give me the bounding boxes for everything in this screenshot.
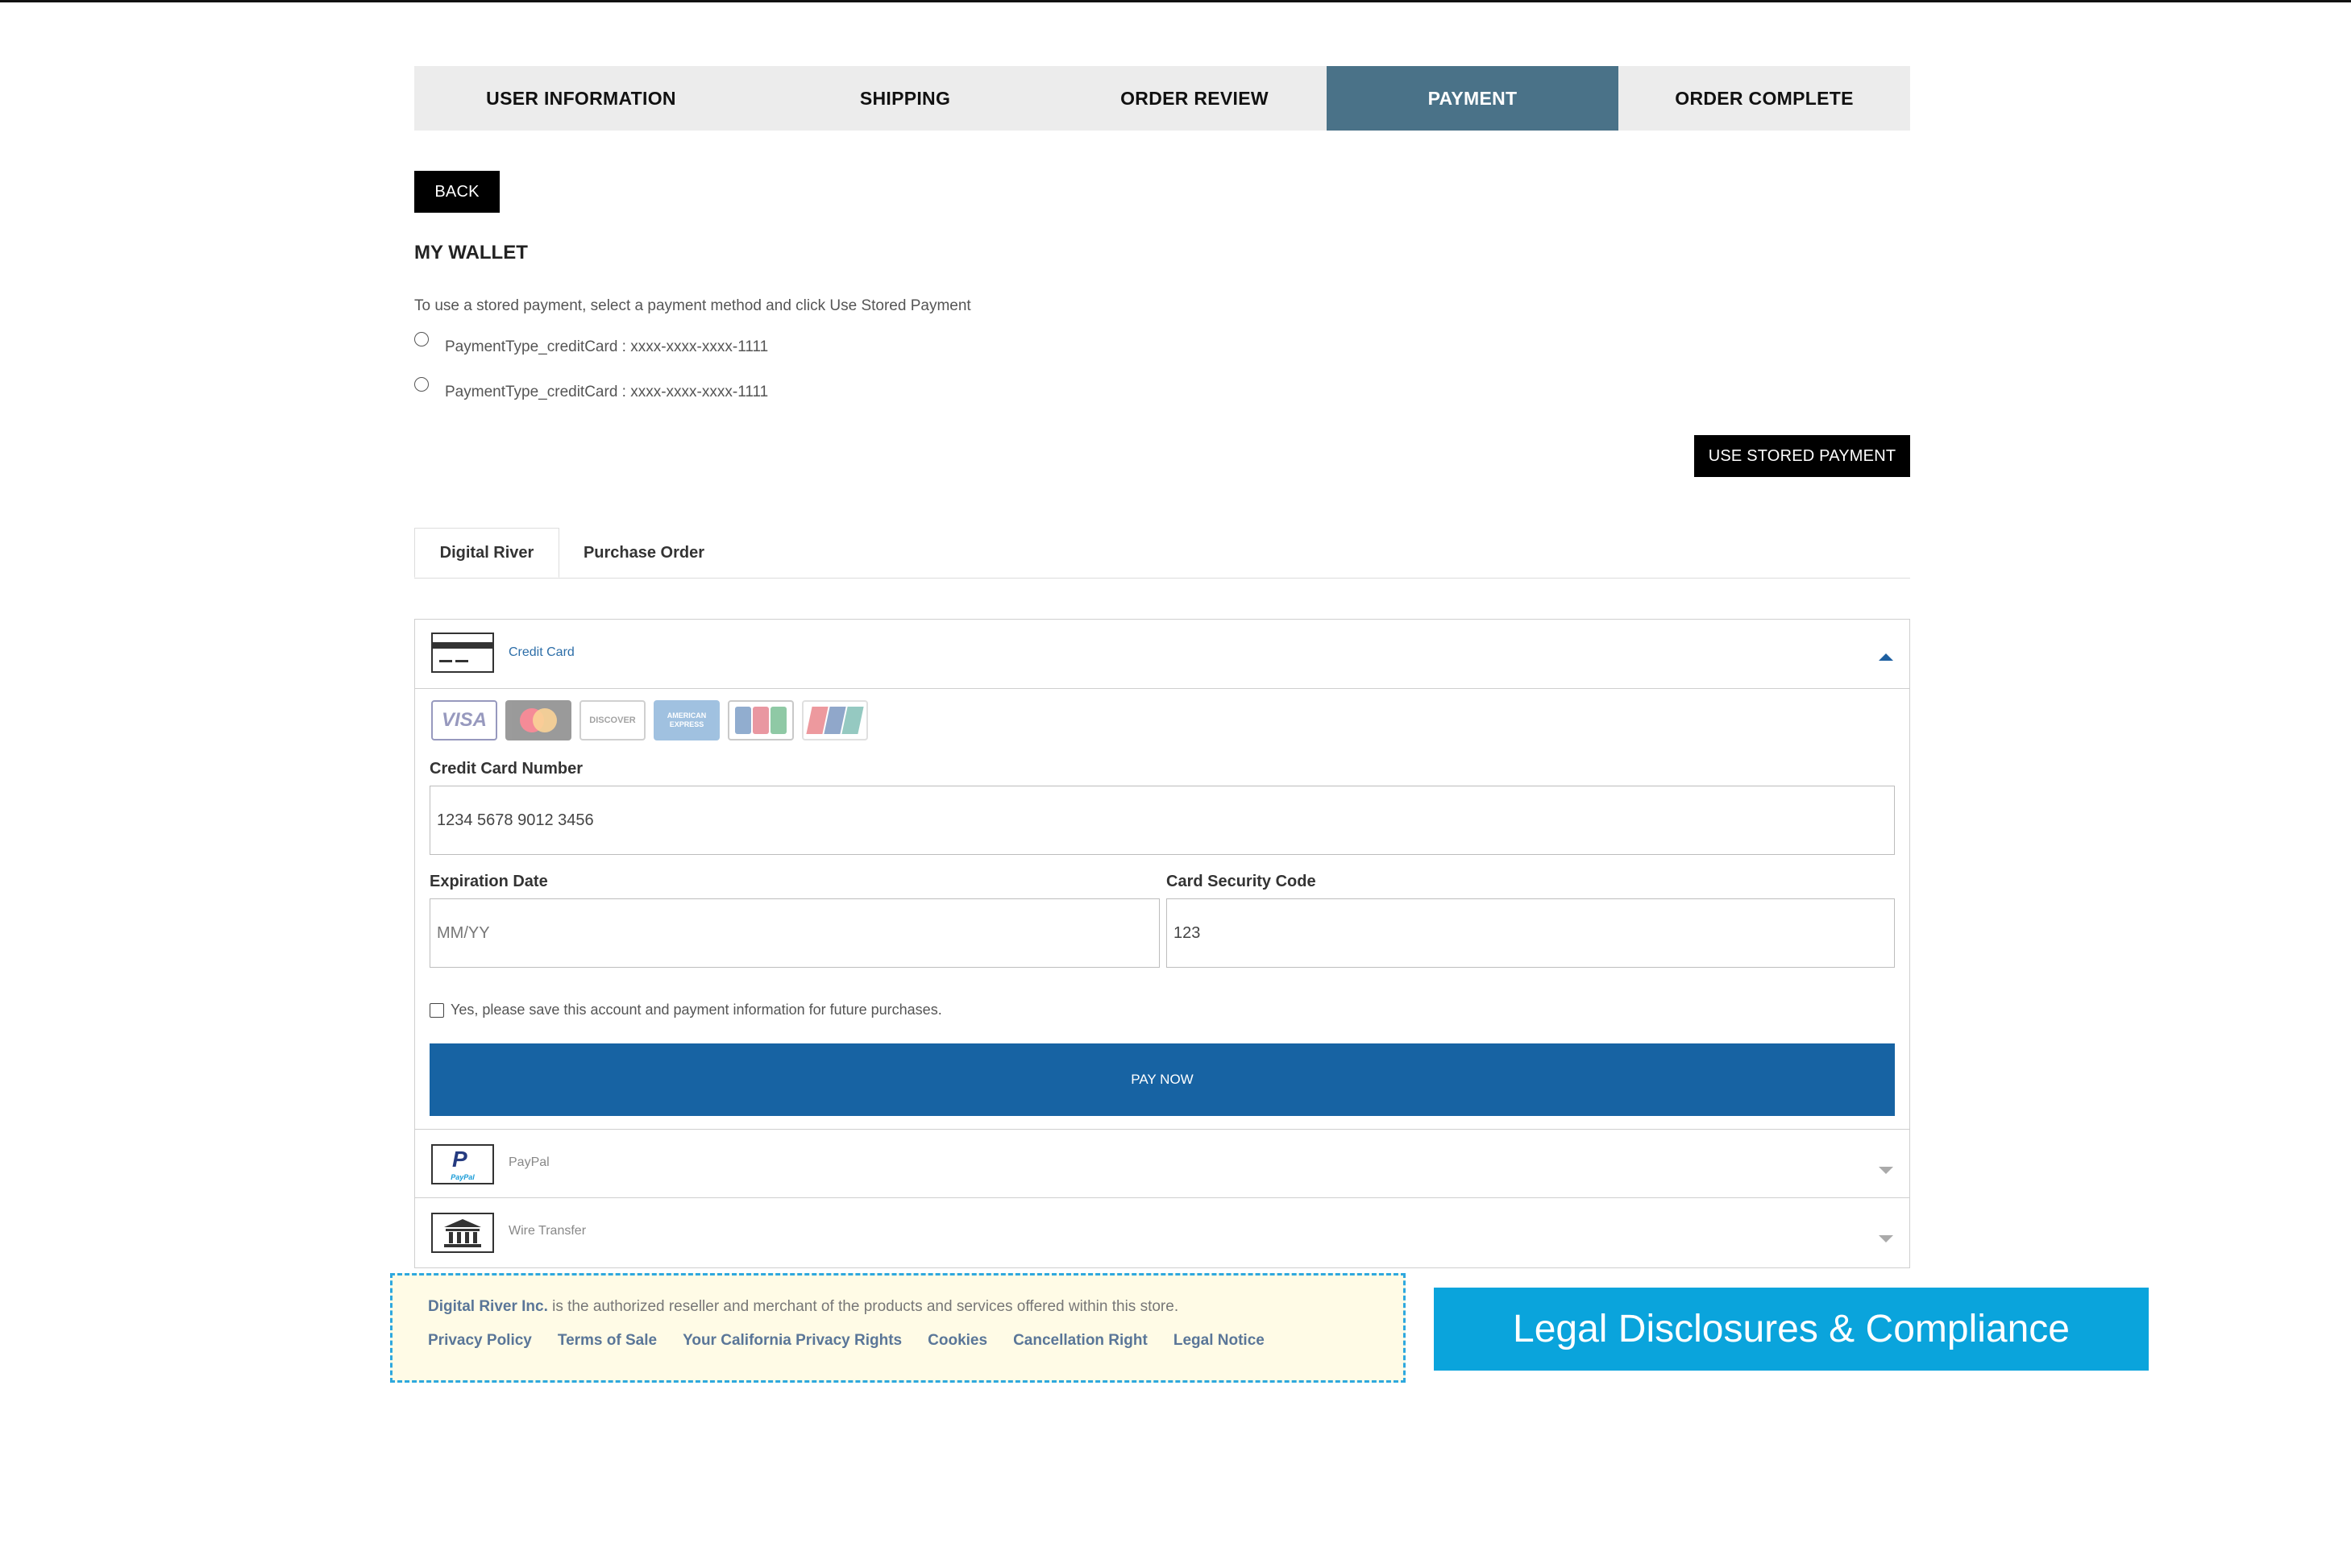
- step-shipping[interactable]: SHIPPING: [748, 66, 1062, 131]
- paypal-accordion-header[interactable]: P PayPal PayPal: [415, 1129, 1909, 1198]
- step-order-complete[interactable]: ORDER COMPLETE: [1618, 66, 1910, 131]
- tab-purchase-order[interactable]: Purchase Order: [559, 528, 729, 578]
- wallet-title: MY WALLET: [414, 242, 528, 263]
- wallet-hint: To use a stored payment, select a paymen…: [414, 297, 971, 314]
- wire-transfer-label: Wire Transfer: [509, 1224, 587, 1238]
- legal-links: Privacy Policy Terms of Sale Your Califo…: [428, 1332, 1265, 1350]
- chevron-down-icon[interactable]: [1879, 1167, 1893, 1174]
- wallet-option[interactable]: PaymentType_creditCard : xxxx-xxxx-xxxx-…: [414, 377, 769, 401]
- expiration-input[interactable]: MM/YY: [430, 898, 1160, 968]
- security-code-input[interactable]: 123: [1166, 898, 1895, 968]
- terms-of-sale-link[interactable]: Terms of Sale: [558, 1332, 657, 1350]
- save-payment-label: Yes, please save this account and paymen…: [451, 1002, 942, 1018]
- step-payment[interactable]: PAYMENT: [1327, 66, 1618, 131]
- amex-icon: AMERICAN EXPRESS: [654, 700, 720, 740]
- privacy-policy-link[interactable]: Privacy Policy: [428, 1332, 532, 1350]
- legal-brand[interactable]: Digital River Inc.: [428, 1298, 548, 1315]
- payment-methods-panel: Credit Card VISA DISCOVER AMERICAN EXPRE…: [414, 619, 1910, 1268]
- save-payment-row[interactable]: Yes, please save this account and paymen…: [430, 1002, 942, 1018]
- top-border: [0, 0, 2351, 2]
- back-button[interactable]: BACK: [414, 171, 500, 213]
- chevron-up-icon[interactable]: [1879, 653, 1893, 661]
- wallet-option-radio[interactable]: [414, 332, 429, 346]
- legal-notice-link[interactable]: Legal Notice: [1173, 1332, 1265, 1350]
- visa-icon: VISA: [431, 700, 497, 740]
- paypal-label: PayPal: [509, 1155, 550, 1169]
- use-stored-payment-button[interactable]: USE STORED PAYMENT: [1694, 435, 1910, 477]
- payment-provider-tabs: Digital River Purchase Order: [414, 528, 1910, 579]
- expiration-label: Expiration Date: [430, 873, 548, 890]
- cancellation-right-link[interactable]: Cancellation Right: [1013, 1332, 1148, 1350]
- mastercard-icon: [505, 700, 571, 740]
- pay-now-button[interactable]: PAY NOW: [430, 1043, 1895, 1116]
- unionpay-icon: [802, 700, 868, 740]
- legal-statement: Digital River Inc. is the authorized res…: [428, 1298, 1178, 1316]
- step-order-review[interactable]: ORDER REVIEW: [1062, 66, 1327, 131]
- bank-icon: [431, 1213, 494, 1253]
- card-number-input[interactable]: 1234 5678 9012 3456: [430, 786, 1895, 855]
- credit-card-accordion-header[interactable]: Credit Card: [415, 620, 1909, 689]
- checkout-stepper: USER INFORMATION SHIPPING ORDER REVIEW P…: [414, 66, 1910, 131]
- wallet-option-radio[interactable]: [414, 377, 429, 392]
- legal-disclosure-box: Digital River Inc. is the authorized res…: [390, 1273, 1406, 1383]
- discover-icon: DISCOVER: [579, 700, 646, 740]
- legal-compliance-callout: Legal Disclosures & Compliance: [1434, 1288, 2149, 1371]
- save-payment-checkbox[interactable]: [430, 1002, 444, 1018]
- wallet-option-label: PaymentType_creditCard : xxxx-xxxx-xxxx-…: [445, 338, 769, 355]
- wallet-option[interactable]: PaymentType_creditCard : xxxx-xxxx-xxxx-…: [414, 332, 769, 356]
- security-code-label: Card Security Code: [1166, 873, 1316, 890]
- credit-card-label: Credit Card: [509, 645, 575, 659]
- jcb-icon: [728, 700, 794, 740]
- california-privacy-rights-link[interactable]: Your California Privacy Rights: [683, 1332, 902, 1350]
- step-user-information[interactable]: USER INFORMATION: [414, 66, 748, 131]
- wire-transfer-accordion-header[interactable]: Wire Transfer: [415, 1198, 1909, 1267]
- credit-card-icon: [431, 633, 494, 673]
- tab-digital-river[interactable]: Digital River: [414, 528, 559, 578]
- paypal-icon: P PayPal: [431, 1144, 494, 1184]
- cookies-link[interactable]: Cookies: [928, 1332, 987, 1350]
- wallet-option-label: PaymentType_creditCard : xxxx-xxxx-xxxx-…: [445, 384, 769, 400]
- legal-statement-text: is the authorized reseller and merchant …: [547, 1298, 1179, 1315]
- card-logos: VISA DISCOVER AMERICAN EXPRESS: [431, 700, 868, 740]
- card-number-label: Credit Card Number: [430, 760, 584, 778]
- chevron-down-icon[interactable]: [1879, 1235, 1893, 1242]
